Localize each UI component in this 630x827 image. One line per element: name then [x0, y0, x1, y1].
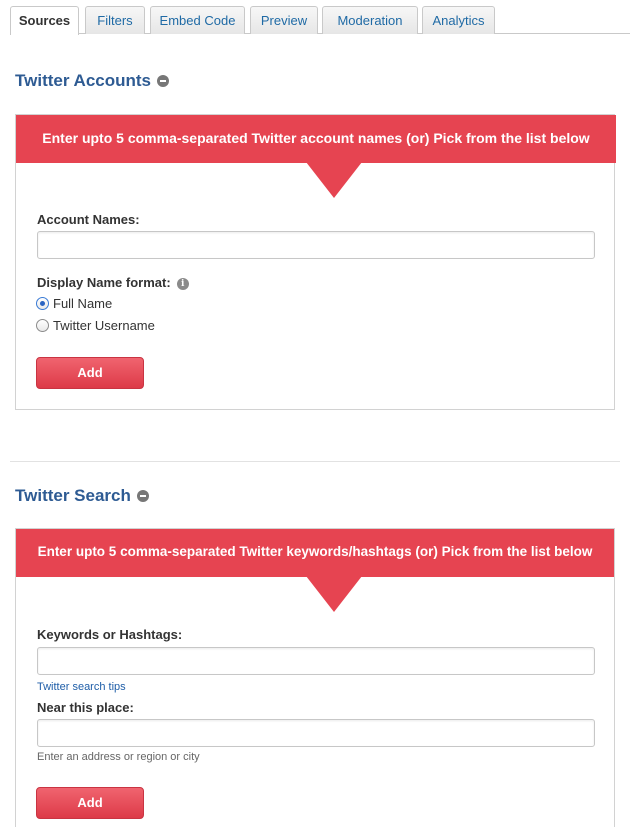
tab-moderation[interactable]: Moderation [322, 6, 418, 34]
twitter-accounts-heading: Twitter Accounts [15, 71, 170, 91]
banner-arrow [306, 576, 362, 612]
twitter-accounts-panel: Enter upto 5 comma-separated Twitter acc… [15, 114, 616, 410]
account-names-input[interactable] [37, 231, 595, 259]
display-name-format-text: Display Name format: [37, 275, 171, 290]
radio-twitter-username-label: Twitter Username [53, 318, 155, 333]
tab-sources[interactable]: Sources [10, 6, 79, 35]
account-names-label: Account Names: [37, 212, 140, 227]
near-place-input[interactable] [37, 719, 595, 747]
near-place-hint: Enter an address or region or city [37, 751, 200, 763]
radio-full-name[interactable]: Full Name [36, 296, 112, 311]
add-accounts-button[interactable]: Add [36, 357, 144, 389]
keywords-input[interactable] [37, 647, 595, 675]
twitter-search-tips-link[interactable]: Twitter search tips [37, 681, 126, 693]
tab-preview[interactable]: Preview [250, 6, 318, 34]
keywords-label: Keywords or Hashtags: [37, 627, 183, 642]
accounts-instruction-banner: Enter upto 5 comma-separated Twitter acc… [16, 115, 616, 163]
radio-button[interactable] [36, 319, 49, 332]
add-search-button[interactable]: Add [36, 787, 144, 819]
tab-embed-code[interactable]: Embed Code [150, 6, 245, 34]
banner-arrow [306, 162, 362, 198]
collapse-icon[interactable] [157, 74, 170, 87]
tab-analytics[interactable]: Analytics [422, 6, 495, 34]
near-place-label: Near this place: [37, 700, 134, 715]
tab-bar: Sources Filters Embed Code Preview Moder… [10, 6, 630, 35]
twitter-accounts-title: Twitter Accounts [15, 71, 152, 90]
radio-button-checked[interactable] [36, 297, 49, 310]
search-instruction-banner: Enter upto 5 comma-separated Twitter key… [16, 529, 614, 577]
collapse-icon[interactable] [136, 489, 149, 502]
twitter-search-heading: Twitter Search [15, 486, 149, 506]
radio-full-name-label: Full Name [53, 296, 113, 311]
twitter-search-panel: Enter upto 5 comma-separated Twitter key… [15, 528, 615, 827]
tab-filters[interactable]: Filters [85, 6, 145, 34]
display-name-format-label: Display Name format: i [37, 275, 189, 290]
section-divider [10, 461, 620, 462]
radio-twitter-username[interactable]: Twitter Username [36, 318, 155, 333]
info-icon[interactable]: i [176, 277, 189, 290]
twitter-search-title: Twitter Search [15, 486, 131, 505]
